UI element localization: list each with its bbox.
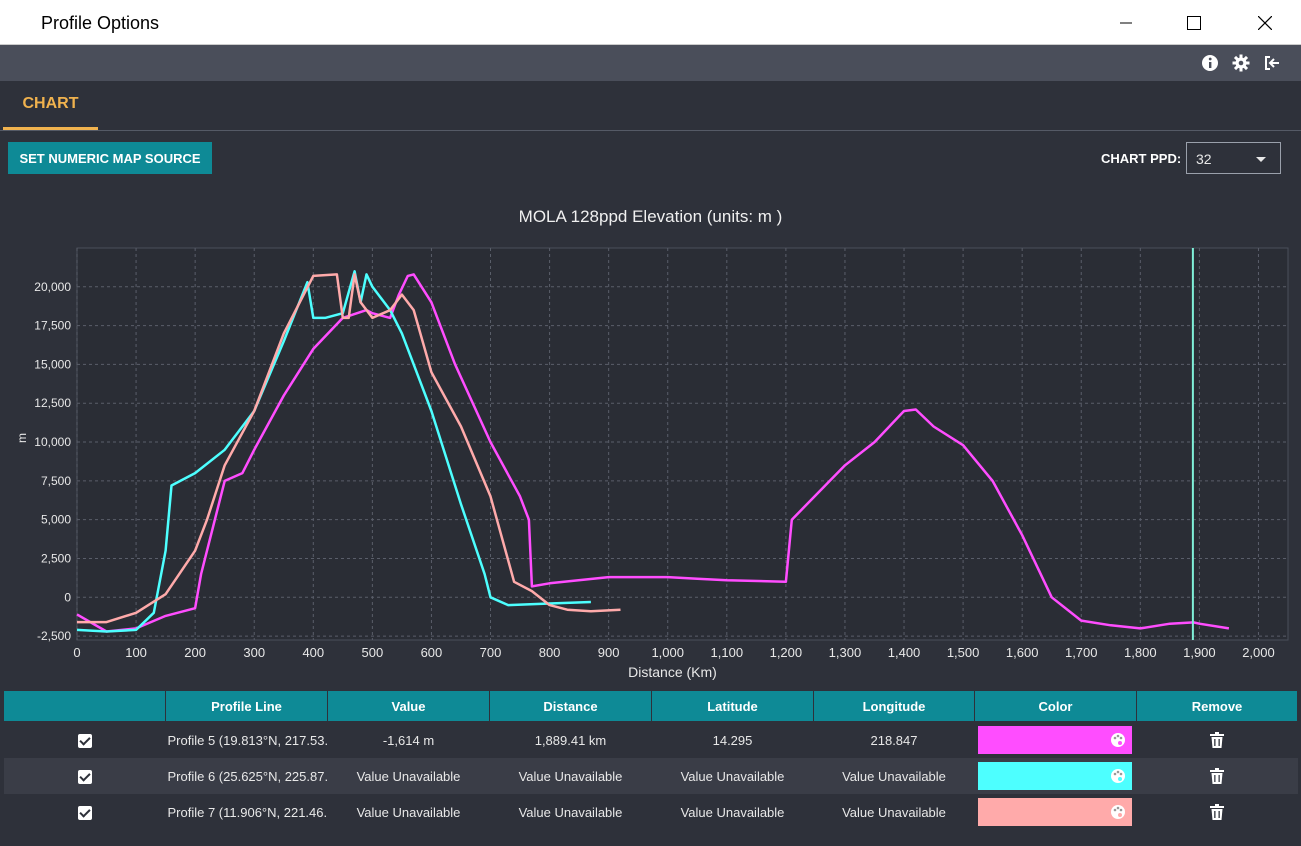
table-row: Profile 5 (19.813°N, 217.53. -1,614 m 1,… bbox=[4, 722, 1298, 759]
tab-bar: CHART bbox=[0, 81, 1301, 131]
distance-cell: 1,889.41 km bbox=[534, 732, 607, 748]
x-tick-label: 700 bbox=[480, 645, 502, 660]
palette-icon bbox=[1110, 769, 1125, 783]
y-tick-label: 17,500 bbox=[34, 319, 71, 333]
y-tick-label: 7,500 bbox=[41, 474, 71, 488]
x-tick-label: 1,200 bbox=[770, 645, 803, 660]
color-swatch[interactable] bbox=[977, 726, 1132, 754]
chevron-down-icon bbox=[1256, 157, 1266, 162]
x-tick-label: 1,100 bbox=[711, 645, 744, 660]
header-value[interactable]: Value bbox=[327, 690, 490, 722]
header-remove[interactable]: Remove bbox=[1136, 690, 1298, 722]
y-tick-label: 0 bbox=[64, 590, 71, 604]
palette-icon bbox=[1110, 805, 1125, 819]
trash-icon[interactable] bbox=[1210, 804, 1224, 821]
x-tick-label: 800 bbox=[539, 645, 561, 660]
y-tick-label: -2,500 bbox=[37, 629, 71, 643]
color-swatch[interactable] bbox=[977, 762, 1132, 790]
maximize-icon[interactable] bbox=[1171, 0, 1217, 45]
elevation-chart[interactable]: 0 100 200 300 400 500 600 700 800 900 1,000 1,100 1,… bbox=[0, 240, 1301, 685]
distance-cell: Value Unavailable bbox=[518, 804, 623, 820]
x-tick-label: 100 bbox=[125, 645, 147, 660]
header-profile-line[interactable]: Profile Line bbox=[165, 690, 328, 722]
latitude-cell: Value Unavailable bbox=[651, 758, 814, 794]
y-axis-label: m bbox=[15, 433, 29, 443]
chart-title: MOLA 128ppd Elevation (units: m ) bbox=[518, 207, 783, 226]
x-tick-label: 1,600 bbox=[1006, 645, 1039, 660]
y-tick-label: 20,000 bbox=[34, 280, 71, 294]
tab-chart[interactable]: CHART bbox=[3, 81, 98, 130]
latitude-cell: 14.295 bbox=[712, 732, 753, 748]
header-distance[interactable]: Distance bbox=[489, 690, 652, 722]
longitude-cell: Value Unavailable bbox=[813, 758, 975, 794]
x-tick-label: 900 bbox=[598, 645, 620, 660]
window-titlebar: Profile Options bbox=[0, 0, 1301, 45]
x-tick-label: 1,800 bbox=[1124, 645, 1157, 660]
longitude-cell: Value Unavailable bbox=[842, 804, 946, 820]
x-tick-label: 0 bbox=[73, 645, 80, 660]
x-tick-label: 1,900 bbox=[1183, 645, 1216, 660]
latitude-cell: Value Unavailable bbox=[680, 804, 785, 820]
set-numeric-map-source-button[interactable]: SET NUMERIC MAP SOURCE bbox=[8, 142, 212, 174]
trash-icon[interactable] bbox=[1210, 768, 1224, 785]
x-tick-label: 1,500 bbox=[947, 645, 980, 660]
header-color[interactable]: Color bbox=[974, 690, 1137, 722]
value-cell: Value Unavailable bbox=[327, 758, 490, 794]
chart-ppd-label: CHART PPD: bbox=[1101, 151, 1182, 166]
x-tick-label: 1,700 bbox=[1065, 645, 1098, 660]
y-tick-label: 10,000 bbox=[34, 435, 71, 449]
chart-ppd-select[interactable]: 32 bbox=[1186, 142, 1281, 174]
distance-cell: Value Unavailable bbox=[489, 758, 652, 794]
y-tick-label: 15,000 bbox=[34, 357, 71, 371]
trash-icon[interactable] bbox=[1210, 732, 1224, 749]
header-select bbox=[3, 690, 166, 722]
y-tick-label: 5,000 bbox=[41, 513, 71, 527]
row-checkbox[interactable] bbox=[77, 769, 92, 784]
minimize-icon[interactable] bbox=[1103, 0, 1149, 45]
x-tick-label: 200 bbox=[184, 645, 206, 660]
color-swatch[interactable] bbox=[977, 798, 1132, 826]
table-header-row: Profile Line Value Distance Latitude Lon… bbox=[3, 690, 1298, 722]
row-checkbox[interactable] bbox=[77, 733, 92, 748]
x-tick-label: 500 bbox=[362, 645, 384, 660]
info-icon[interactable] bbox=[1201, 54, 1219, 72]
x-tick-label: 2,000 bbox=[1242, 645, 1275, 660]
header-longitude[interactable]: Longitude bbox=[813, 690, 975, 722]
x-tick-label: 300 bbox=[243, 645, 265, 660]
x-tick-label: 1,300 bbox=[829, 645, 862, 660]
y-tick-label: 2,500 bbox=[41, 551, 71, 565]
value-cell: -1,614 m bbox=[382, 732, 435, 748]
x-tick-label: 1,400 bbox=[888, 645, 921, 660]
palette-icon bbox=[1110, 733, 1125, 747]
chart-ppd-value: 32 bbox=[1196, 151, 1212, 167]
window-title: Profile Options bbox=[41, 13, 160, 33]
profile-table: Profile Line Value Distance Latitude Lon… bbox=[3, 690, 1298, 830]
x-tick-label: 1,000 bbox=[651, 645, 684, 660]
gear-icon[interactable] bbox=[1232, 54, 1250, 72]
table-row: Profile 7 (11.906°N, 221.46. Value Unava… bbox=[4, 794, 1298, 830]
y-tick-label: 12,500 bbox=[34, 396, 71, 410]
close-icon[interactable] bbox=[1242, 0, 1288, 45]
value-cell: Value Unavailable bbox=[356, 804, 461, 820]
longitude-cell: 218.847 bbox=[870, 732, 918, 748]
toolbar bbox=[0, 45, 1301, 81]
profile-line-cell: Profile 6 (25.625°N, 225.87. bbox=[165, 758, 328, 794]
row-checkbox[interactable] bbox=[77, 805, 92, 820]
x-tick-label: 600 bbox=[421, 645, 443, 660]
x-axis-label: Distance (Km) bbox=[628, 664, 717, 680]
table-row: Profile 6 (25.625°N, 225.87. Value Unava… bbox=[3, 758, 1298, 794]
header-latitude[interactable]: Latitude bbox=[651, 690, 814, 722]
x-tick-label: 400 bbox=[302, 645, 324, 660]
logout-icon[interactable] bbox=[1263, 54, 1281, 72]
profile-line-cell: Profile 5 (19.813°N, 217.53. bbox=[167, 732, 328, 748]
profile-line-cell: Profile 7 (11.906°N, 221.46. bbox=[167, 804, 328, 820]
